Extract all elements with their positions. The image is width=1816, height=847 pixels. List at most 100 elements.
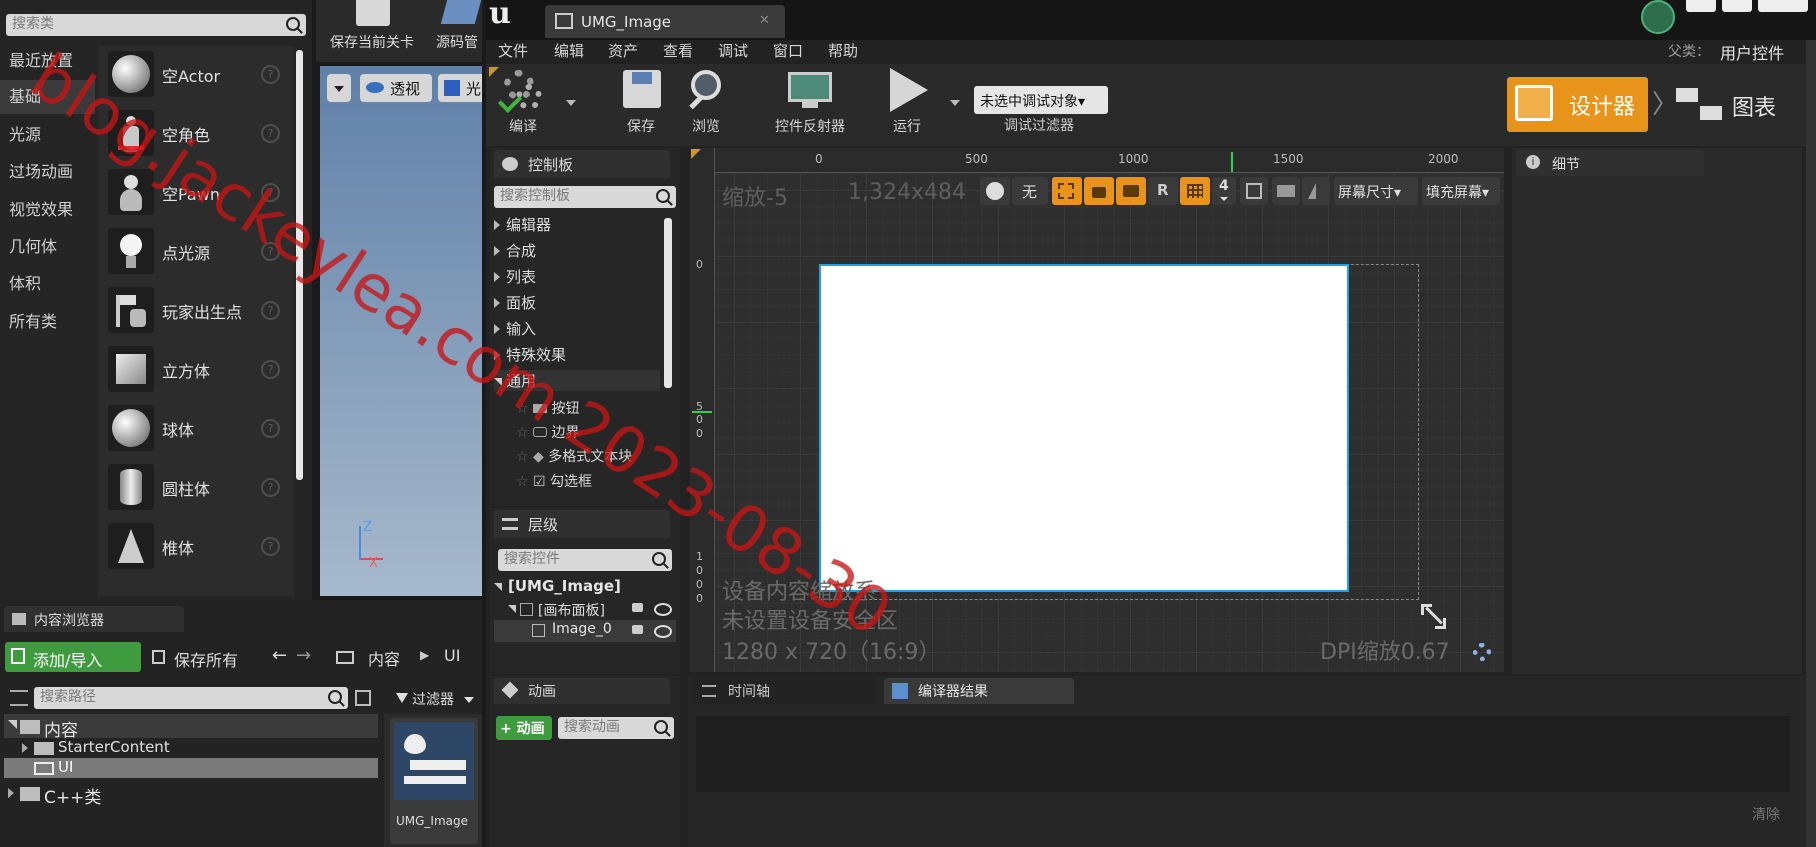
- history-forward-button[interactable]: →: [296, 645, 311, 666]
- help-icon[interactable]: ?: [261, 419, 280, 438]
- menu-file[interactable]: 文件: [498, 40, 528, 61]
- debug-object-dropdown[interactable]: 未选中调试对象▾: [974, 86, 1108, 114]
- compile-button[interactable]: 编译: [496, 68, 550, 138]
- content-browser-tab[interactable]: 内容浏览器: [4, 606, 184, 632]
- place-item-cube[interactable]: 立方体 ?: [100, 340, 290, 398]
- lock-icon[interactable]: [632, 625, 643, 634]
- visibility-eye-icon[interactable]: [654, 603, 672, 616]
- folder-tree-item-starter-content[interactable]: StarterContent: [4, 738, 378, 758]
- lock-icon[interactable]: [632, 603, 643, 612]
- category-all-classes[interactable]: 所有类: [0, 305, 95, 339]
- folder-tree-item-cpp[interactable]: C++类: [4, 781, 378, 808]
- browse-button[interactable]: 浏览: [678, 68, 734, 138]
- outline-toggle-button[interactable]: [1052, 177, 1082, 205]
- category-visual-effects[interactable]: 视觉效果: [0, 193, 95, 227]
- place-item-player-start[interactable]: 玩家出生点 ?: [100, 281, 290, 339]
- hierarchy-search-input[interactable]: 搜索控件: [498, 549, 672, 571]
- palette-item-rich-text[interactable]: ☆ ◆ 多格式文本块: [516, 446, 632, 466]
- palette-category-composite[interactable]: 合成: [494, 240, 536, 261]
- category-cinematic[interactable]: 过场动画: [0, 155, 95, 189]
- perspective-button[interactable]: 透视: [360, 74, 432, 102]
- viewport-options-dropdown[interactable]: [327, 74, 351, 102]
- save-all-button[interactable]: 保存所有: [150, 645, 250, 671]
- category-basic[interactable]: 基础: [0, 80, 95, 114]
- menu-help[interactable]: 帮助: [828, 40, 858, 61]
- palette-search-input[interactable]: 搜索控制板: [494, 186, 676, 208]
- help-icon[interactable]: ?: [261, 478, 280, 497]
- category-geometry[interactable]: 几何体: [0, 230, 95, 264]
- world-toggle-button[interactable]: [980, 177, 1010, 205]
- close-tab-icon[interactable]: ✕: [759, 13, 770, 28]
- palette-item-checkbox[interactable]: ☆ ☑ 勾选框: [516, 471, 592, 491]
- palette-item-border[interactable]: ☆ 边界: [516, 422, 579, 442]
- palette-scrollbar[interactable]: [664, 218, 672, 388]
- close-window-button[interactable]: [1758, 0, 1808, 12]
- place-item-point-light[interactable]: 点光源 ?: [100, 222, 290, 280]
- palette-tab[interactable]: 控制板: [494, 150, 670, 178]
- help-icon[interactable]: ?: [261, 183, 280, 202]
- hierarchy-canvas-item[interactable]: [画布面板]: [492, 599, 676, 621]
- path-view-options-icon[interactable]: [355, 690, 371, 706]
- category-lights[interactable]: 光源: [0, 118, 95, 152]
- place-item-empty-character[interactable]: 空角色 ?: [100, 104, 290, 162]
- screen-size-dropdown[interactable]: 屏幕尺寸▾: [1334, 177, 1418, 205]
- place-items-scrollbar[interactable]: [296, 50, 303, 480]
- details-tab[interactable]: i 细节: [1516, 150, 1704, 176]
- palette-item-button[interactable]: ☆ 按钮: [516, 398, 579, 418]
- add-import-button[interactable]: 添加/导入: [5, 642, 141, 672]
- lock-toggle-button[interactable]: [1084, 177, 1114, 205]
- source-control-button[interactable]: 源码管: [436, 32, 478, 52]
- folder-tree-item-ui[interactable]: UI: [4, 758, 378, 778]
- hierarchy-image-item[interactable]: Image_0: [494, 620, 676, 642]
- path-search-input[interactable]: 搜索路径: [34, 687, 348, 709]
- menu-window[interactable]: 窗口: [773, 40, 803, 61]
- grid-snap-button[interactable]: [1180, 177, 1210, 205]
- help-icon[interactable]: ?: [261, 124, 280, 143]
- hierarchy-tab[interactable]: 层级: [494, 510, 670, 538]
- hierarchy-root-item[interactable]: [UMG_Image]: [492, 577, 676, 599]
- source-control-status-icon[interactable]: [1641, 0, 1675, 34]
- timeline-tab[interactable]: 时间轴: [692, 678, 876, 704]
- designer-mode-button[interactable]: 设计器: [1507, 77, 1648, 132]
- grid-snap-value[interactable]: 4: [1212, 177, 1236, 205]
- help-icon[interactable]: ?: [261, 301, 280, 320]
- palette-category-common[interactable]: 通用: [494, 370, 660, 391]
- palette-category-panel[interactable]: 面板: [494, 292, 536, 313]
- palette-category-editor[interactable]: 编辑器: [494, 214, 551, 235]
- widget-reflector-button[interactable]: 控件反射器: [762, 68, 858, 138]
- parent-class-link[interactable]: 用户控件: [1720, 40, 1784, 64]
- class-search-input[interactable]: 搜索类: [6, 14, 306, 36]
- save-level-button[interactable]: 保存当前关卡: [330, 32, 414, 52]
- folder-tree-item-content[interactable]: 内容: [4, 714, 378, 741]
- fill-screen-dropdown[interactable]: 填充屏幕▾: [1422, 177, 1500, 205]
- none-toggle-button[interactable]: 无: [1012, 177, 1048, 205]
- help-icon[interactable]: ?: [261, 360, 280, 379]
- help-icon[interactable]: ?: [261, 65, 280, 84]
- compiler-results-tab[interactable]: 编译器结果: [884, 678, 1074, 704]
- animation-search-input[interactable]: 搜索动画: [558, 717, 674, 739]
- clear-button[interactable]: 清除: [1752, 804, 1780, 824]
- visibility-eye-icon[interactable]: [654, 625, 672, 638]
- asset-tab-umg-image[interactable]: UMG_Image ✕: [545, 5, 785, 38]
- maximize-button[interactable]: [1722, 0, 1752, 12]
- run-options-dropdown[interactable]: [950, 100, 960, 106]
- place-item-sphere[interactable]: 球体 ?: [100, 399, 290, 457]
- flip-button[interactable]: [1302, 177, 1330, 205]
- category-volumes[interactable]: 体积: [0, 267, 95, 301]
- compile-options-dropdown[interactable]: [566, 100, 576, 106]
- place-item-empty-actor[interactable]: 空Actor ?: [100, 45, 290, 103]
- help-icon[interactable]: ?: [261, 537, 280, 556]
- animation-tab[interactable]: 动画: [494, 678, 670, 704]
- save-button[interactable]: 保存: [614, 68, 668, 138]
- place-item-empty-pawn[interactable]: 空Pawn ?: [100, 163, 290, 221]
- image-widget-preview[interactable]: [819, 264, 1349, 592]
- help-icon[interactable]: ?: [261, 242, 280, 261]
- lit-button[interactable]: 光: [438, 74, 482, 102]
- resize-handle-icon[interactable]: [1421, 604, 1446, 629]
- filters-button[interactable]: 过滤器: [394, 687, 480, 711]
- sources-toggle-icon[interactable]: [10, 690, 28, 706]
- menu-view[interactable]: 查看: [663, 40, 693, 61]
- respect-locks-button[interactable]: [1116, 177, 1146, 205]
- menu-asset[interactable]: 资产: [608, 40, 638, 61]
- add-animation-button[interactable]: + 动画: [496, 716, 552, 740]
